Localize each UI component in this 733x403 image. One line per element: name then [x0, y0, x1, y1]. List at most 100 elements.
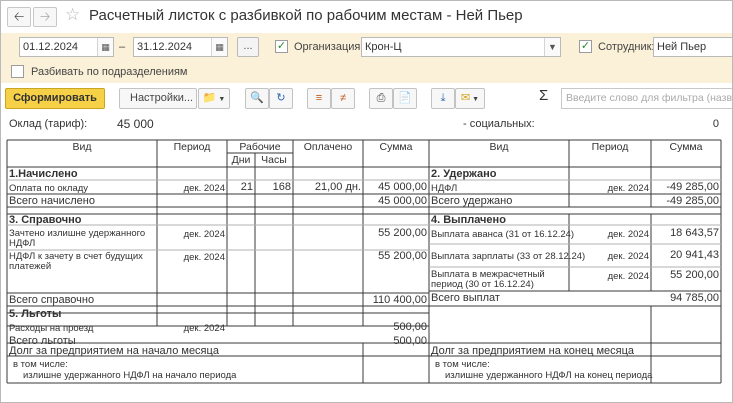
- accrued-paid: 21,00 дн.: [314, 181, 361, 193]
- reference-total-label: Всего справочно: [9, 294, 95, 306]
- social-value: 0: [712, 118, 719, 130]
- split-by-department-label: Разбивать по подразделениям: [31, 66, 188, 78]
- col-days-header: Дни: [231, 154, 251, 166]
- search-icon: 🔍: [250, 92, 264, 104]
- variant-menu-button[interactable]: 📁 ▼: [198, 88, 230, 109]
- organization-label: Организация:: [294, 41, 364, 53]
- reference-row-2-sum: 55 200,00: [378, 250, 427, 262]
- col-hours-header: Часы: [261, 154, 287, 166]
- find-button[interactable]: 🔍: [245, 88, 269, 109]
- excess-end-label: излишне удержанного НДФЛ на конец период…: [445, 370, 653, 381]
- salary-value: 45 000: [117, 117, 154, 131]
- chevron-down-icon[interactable]: ▼: [544, 38, 560, 56]
- withheld-sum: -49 285,00: [666, 181, 719, 193]
- paid-row-3-period: дек. 2024: [607, 271, 649, 282]
- including-label-left: в том числе:: [13, 359, 68, 370]
- sum-icon[interactable]: Σ: [539, 87, 548, 104]
- organization-value: Крон-Ц: [365, 41, 402, 53]
- benefit-kind: Расходы на проезд: [9, 323, 94, 334]
- benefit-sum: 500,00: [393, 321, 427, 333]
- including-label-right: в том числе:: [435, 359, 490, 370]
- date-range-dash: –: [119, 41, 126, 53]
- calendar-icon[interactable]: ▦: [211, 38, 227, 56]
- debt-start-label: Долг за предприятием на начало месяца: [9, 345, 219, 357]
- organization-select[interactable]: Крон-Ц ▼: [361, 37, 561, 57]
- paid-row-3-sum: 55 200,00: [670, 269, 719, 281]
- reference-row-2-period: дек. 2024: [183, 252, 225, 263]
- expand-icon: ≡: [315, 92, 323, 104]
- report-sheet: Оклад (тариф): 45 000 - социальных: 0 Ви…: [1, 113, 732, 402]
- split-by-department-checkbox[interactable]: [11, 65, 24, 78]
- collapse-groups-button[interactable]: ≠: [331, 88, 355, 109]
- paid-row-2-kind: Выплата зарплаты (33 от 28.12.24): [431, 251, 586, 262]
- preview-button[interactable]: 📄: [393, 88, 417, 109]
- reference-row-2-kind: НДФЛ к зачету в счет будущих платежей: [9, 251, 143, 272]
- send-mail-button[interactable]: ✉ ▼: [455, 88, 485, 109]
- accrued-total-sum: 45 000,00: [378, 195, 427, 207]
- col-sum-header: Сумма: [379, 141, 413, 153]
- accrued-hours: 168: [272, 181, 291, 193]
- back-button[interactable]: 🡠: [7, 7, 31, 27]
- expand-groups-button[interactable]: ≡: [307, 88, 331, 109]
- withheld-period: дек. 2024: [607, 183, 649, 194]
- paid-row-3-kind: Выплата в межрасчетный период (30 от 16.…: [431, 269, 545, 290]
- date-to-field[interactable]: 31.12.2024 ▦: [133, 37, 228, 57]
- printer-icon: ⎙: [376, 92, 386, 104]
- col-working-header: Рабочие: [239, 141, 281, 153]
- collapse-icon: ≠: [339, 92, 347, 104]
- employee-select[interactable]: Ней Пьер: [653, 37, 732, 57]
- find-next-button[interactable]: ↻: [269, 88, 293, 109]
- reference-row-1-period: дек. 2024: [183, 229, 225, 240]
- date-to-value: 31.12.2024: [137, 41, 193, 53]
- section-reference-title: 3. Справочно: [9, 214, 82, 226]
- arrow-left-icon: 🡠: [13, 9, 25, 24]
- calendar-icon[interactable]: ▦: [97, 38, 113, 56]
- title-bar: 🡠 🡢 ☆ Расчетный листок с разбивкой по ра…: [1, 1, 732, 33]
- filter-panel: 01.12.2024 ▦ – 31.12.2024 ▦ ... ✓ Органи…: [1, 33, 732, 83]
- window-title: Расчетный листок с разбивкой по рабочим …: [89, 7, 523, 24]
- dropdown-arrow-icon: ▼: [470, 96, 480, 103]
- forward-button[interactable]: 🡢: [33, 7, 57, 27]
- dropdown-arrow-icon: ▼: [216, 96, 226, 103]
- download-icon: ⤓: [440, 92, 446, 104]
- debt-end-label: Долг за предприятием на конец месяца: [431, 345, 635, 357]
- date-from-field[interactable]: 01.12.2024 ▦: [19, 37, 114, 57]
- col-sum-header-right: Сумма: [669, 141, 703, 153]
- print-button[interactable]: ⎙: [369, 88, 393, 109]
- employee-checkbox[interactable]: ✓: [579, 40, 592, 53]
- reference-row-1-sum: 55 200,00: [378, 227, 427, 239]
- salary-label: Оклад (тариф):: [9, 118, 88, 130]
- paid-row-1-kind: Выплата аванса (31 от 16.12.24): [431, 229, 575, 240]
- withheld-total-sum: -49 285,00: [666, 195, 719, 207]
- excess-start-label: излишне удержанного НДФЛ на начало перио…: [23, 370, 237, 381]
- section-benefits-title: 5. Льготы: [9, 308, 62, 320]
- withheld-kind: НДФЛ: [431, 183, 458, 194]
- select-period-button[interactable]: ...: [237, 37, 259, 57]
- reference-total-sum: 110 400,00: [372, 294, 427, 306]
- find-next-icon: ↻: [276, 92, 286, 104]
- date-from-value: 01.12.2024: [23, 41, 79, 53]
- organization-checkbox[interactable]: ✓: [275, 40, 288, 53]
- favorite-star-icon[interactable]: ☆: [65, 5, 80, 25]
- reference-row-1-kind: Зачтено излишне удержанного НДФЛ: [9, 228, 146, 249]
- employee-value: Ней Пьер: [657, 41, 707, 53]
- paid-row-2-sum: 20 941,43: [670, 249, 719, 261]
- paid-row-1-period: дек. 2024: [607, 229, 649, 240]
- settings-button[interactable]: Настройки...: [119, 88, 197, 109]
- section-paid-title: 4. Выплачено: [431, 214, 506, 226]
- col-period-header-right: Период: [591, 141, 629, 153]
- col-paid-header: Оплачено: [303, 141, 353, 153]
- envelope-icon: ✉: [460, 92, 471, 104]
- preview-icon: 📄: [398, 92, 412, 104]
- save-button[interactable]: ⤓: [431, 88, 455, 109]
- withheld-total-label: Всего удержано: [431, 195, 513, 207]
- paid-total-label: Всего выплат: [431, 292, 500, 304]
- arrow-right-icon: 🡢: [39, 9, 51, 24]
- report-window: 🡠 🡢 ☆ Расчетный листок с разбивкой по ра…: [0, 0, 733, 403]
- accrued-days: 21: [240, 181, 253, 193]
- employee-label: Сотрудник:: [598, 41, 655, 53]
- accrued-kind: Оплата по окладу: [9, 183, 89, 194]
- filter-search-input[interactable]: Введите слово для фильтра (название...: [561, 88, 732, 109]
- generate-button[interactable]: Сформировать: [5, 88, 105, 109]
- section-accrued-title: 1.Начислено: [9, 168, 78, 180]
